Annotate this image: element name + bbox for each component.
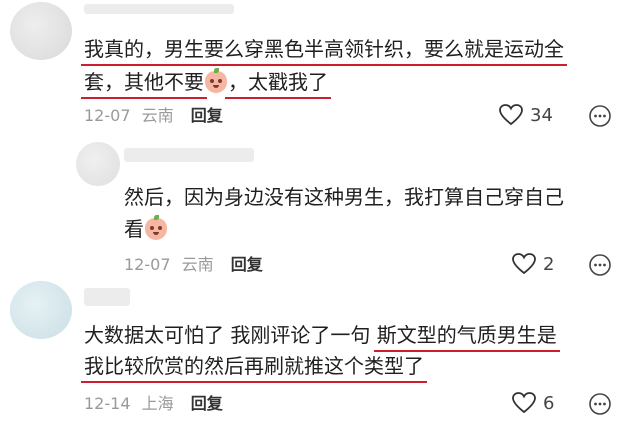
heart-outline-icon [499,104,523,126]
comment-date: 12-14 [84,394,131,413]
comment-text-line: 我比较欣赏的 然后再刷就推这个类型了 [81,353,427,383]
comment-text-line: 看 [124,215,168,242]
comment-date: 12-07 [124,255,171,274]
underlined-text: 然后再刷就推这个类型了 [201,354,427,383]
heart-outline-icon [512,253,536,275]
comment-meta: 12-07 云南 回复 [84,106,223,126]
comment-location: 云南 [181,255,214,274]
like-button[interactable]: 2 [511,252,554,276]
underlined-text: 斯文型的气质男生是 [373,323,560,352]
crying-face-emoji [205,68,227,93]
comment-text: 看 [124,217,144,241]
comment-text-line: 然后，因为身边没有这种男生，我打算自己穿自己 [124,184,564,210]
comment-text: 然后，因为身边没有这种男生，我打算自己穿自己 [124,185,564,209]
more-dots-icon[interactable] [588,253,612,277]
avatar[interactable] [10,2,72,60]
reply-button[interactable]: 回复 [231,255,263,274]
comment-meta: 12-07 云南 回复 [124,255,263,275]
like-button[interactable]: 6 [511,391,554,415]
comment-location: 上海 [141,394,174,413]
peach-face-emoji [145,215,167,240]
username-blurred[interactable] [124,148,254,162]
like-count: 6 [543,392,555,414]
avatar[interactable] [10,281,72,339]
avatar[interactable] [76,142,120,186]
comment-text-line: 大数据太可怕了 我刚评论了一句 斯文型的气质男生是 [84,322,560,352]
like-count: 34 [530,104,553,126]
underlined-text: ，太戳我了 [225,70,331,99]
heart-outline-icon [512,392,536,414]
reply-button[interactable]: 回复 [191,106,223,125]
comment-date: 12-07 [84,106,131,125]
comment-location: 云南 [141,106,174,125]
more-dots-icon[interactable] [588,104,612,128]
comment-meta: 12-14 上海 回复 [84,394,223,414]
comment-text-line: 我真的，男生要么穿黑色半高领针织，要么就是运动全 [81,36,567,66]
like-count: 2 [543,253,555,275]
username-blurred[interactable] [84,4,234,14]
comment-text: 大数据太可怕了 我刚评论了一句 [84,323,377,347]
underlined-text: 我比较欣赏的 [81,354,207,383]
username-blurred[interactable] [84,288,130,306]
like-button[interactable]: 34 [498,103,553,127]
underlined-text: 我真的，男生要么穿黑色半高领针织，要么就是运动全 [81,37,567,66]
underlined-text: 套，其他不要 [81,70,207,99]
reply-button[interactable]: 回复 [191,394,223,413]
comment-text-line: 套，其他不要 ，太戳我了 [81,68,331,99]
more-dots-icon[interactable] [588,392,612,416]
